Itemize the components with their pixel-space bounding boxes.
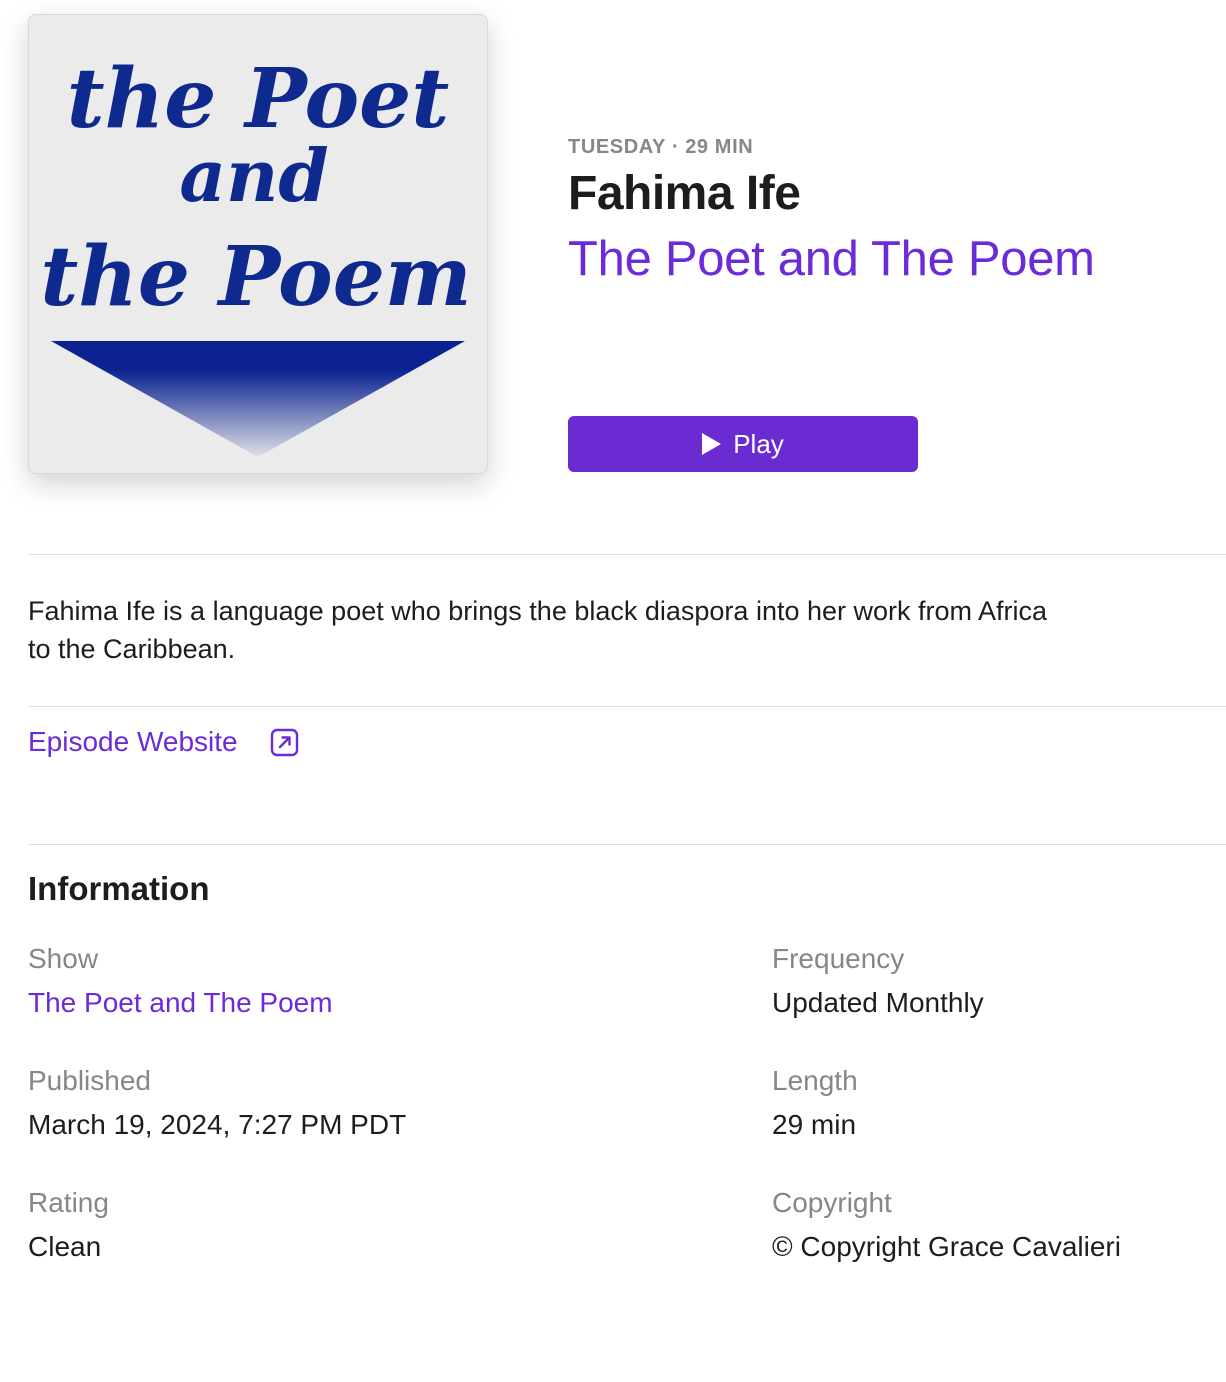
- info-copyright-value: © Copyright Grace Cavalieri: [772, 1231, 1121, 1262]
- meta-separator: ·: [671, 136, 680, 158]
- play-button[interactable]: Play: [568, 416, 918, 472]
- show-link[interactable]: The Poet and The Poem: [568, 230, 1095, 288]
- episode-meta: TUESDAY · 29 MIN: [568, 136, 753, 159]
- artwork-arrow-triangle: [51, 341, 465, 457]
- info-frequency-value: Updated Monthly: [772, 987, 984, 1018]
- artwork-image: the Poet and the Poem: [40, 51, 472, 457]
- episode-duration: 29 MIN: [685, 136, 754, 158]
- info-length-value: 29 min: [772, 1109, 857, 1140]
- info-show: Show The Poet and The Poem: [28, 942, 333, 1020]
- info-show-link[interactable]: The Poet and The Poem: [28, 986, 333, 1020]
- play-button-label: Play: [733, 428, 784, 459]
- podcast-artwork: the Poet and the Poem: [28, 14, 488, 474]
- episode-title: Fahima Ife: [568, 167, 801, 220]
- external-link-icon: [270, 727, 300, 757]
- info-published: Published March 19, 2024, 7:27 PM PDT: [28, 1064, 406, 1142]
- episode-day: TUESDAY: [568, 136, 666, 158]
- divider: [28, 706, 1226, 707]
- info-frequency-label: Frequency: [772, 943, 905, 974]
- divider: [28, 844, 1226, 845]
- info-copyright-label: Copyright: [772, 1187, 892, 1218]
- divider: [28, 554, 1226, 555]
- info-published-value: March 19, 2024, 7:27 PM PDT: [28, 1109, 407, 1140]
- info-rating: Rating Clean: [28, 1186, 109, 1264]
- info-rating-value: Clean: [28, 1231, 102, 1262]
- info-copyright: Copyright © Copyright Grace Cavalieri: [772, 1186, 1121, 1264]
- info-published-label: Published: [28, 1065, 151, 1096]
- episode-website-label: Episode Website: [28, 726, 238, 757]
- info-length: Length 29 min: [772, 1064, 858, 1142]
- episode-description: Fahima Ife is a language poet who brings…: [28, 596, 1048, 664]
- play-icon: [702, 433, 722, 455]
- info-frequency: Frequency Updated Monthly: [772, 942, 984, 1020]
- info-length-label: Length: [772, 1065, 858, 1096]
- artwork-text-line3: the Poem: [40, 229, 471, 325]
- artwork-text-line2: and: [179, 133, 328, 218]
- info-show-label: Show: [28, 943, 99, 974]
- episode-website-link[interactable]: Episode Website: [28, 726, 300, 758]
- information-heading: Information: [28, 870, 210, 907]
- info-rating-label: Rating: [28, 1187, 109, 1218]
